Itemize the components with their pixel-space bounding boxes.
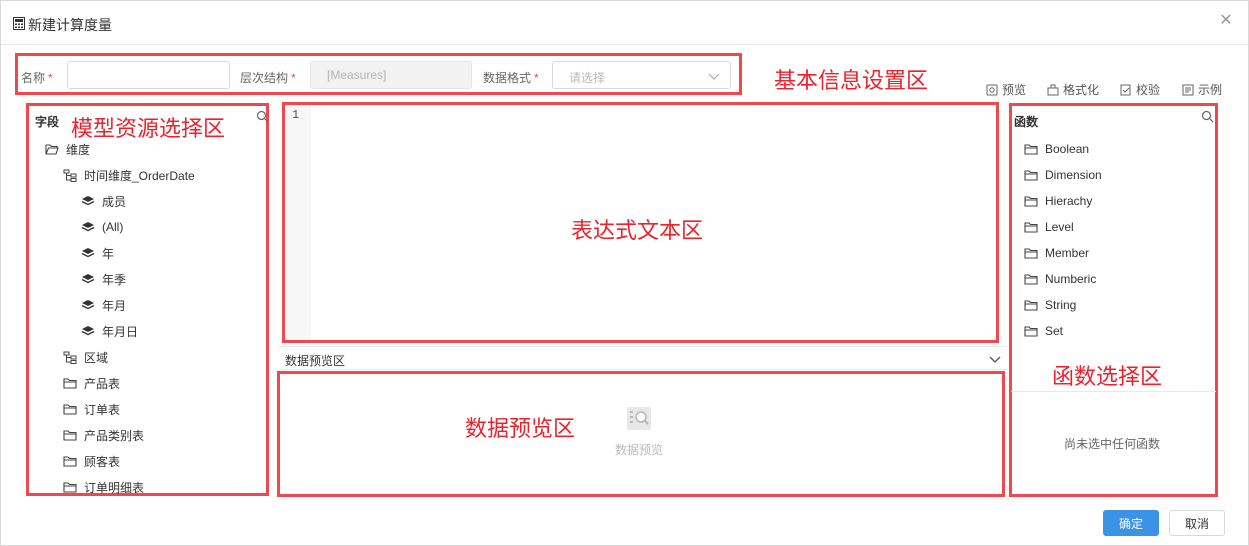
folder-icon (1024, 169, 1038, 181)
function-folder-item[interactable]: Level (1024, 218, 1074, 236)
function-folder-item[interactable]: Numberic (1024, 270, 1096, 288)
calculated-measure-dialog: 新建计算度量 ✕ 基本信息设置区 名称 * 层次结构 * [Measures] 数据… (0, 0, 1249, 546)
function-folder-item[interactable]: Hierachy (1024, 192, 1092, 210)
chevron-down-icon (708, 73, 720, 80)
folder-icon (63, 455, 77, 467)
layers-icon (81, 247, 95, 257)
layers-icon (81, 325, 95, 335)
preview-icon (986, 84, 998, 95)
format-label: 数据格式 * (483, 71, 539, 85)
chevron-down-icon[interactable] (988, 352, 1002, 366)
empty-preview-text: 数据预览 (615, 443, 664, 457)
tree-table-item[interactable]: 产品表 (63, 374, 120, 392)
fields-panel-title: 字段 (35, 115, 60, 129)
folder-icon (63, 403, 77, 415)
tree-table-item[interactable]: 产品类别表 (63, 426, 144, 444)
expression-annotation-label: 表达式文本区 (571, 218, 704, 243)
ok-button[interactable]: 确定 (1103, 510, 1159, 536)
function-annotation-label: 函数选择区 (1052, 364, 1163, 389)
data-preview-title: 数据预览区 (285, 354, 346, 368)
dialog-title: 新建计算度量 (28, 17, 112, 33)
validate-button[interactable]: 校验 (1120, 81, 1160, 98)
folder-icon (63, 429, 77, 441)
tree-level-item[interactable]: 年 (81, 244, 114, 262)
data-preview-header: 数据预览区 (279, 346, 1006, 370)
folder-icon (1024, 143, 1038, 155)
dialog-title-bar: 新建计算度量 ✕ (1, 1, 1248, 45)
hierarchy-icon (63, 169, 77, 182)
folder-icon (1024, 325, 1038, 337)
basic-info-annotation-label: 基本信息设置区 (774, 68, 929, 93)
tree-level-item[interactable]: 成员 (81, 192, 126, 210)
layers-icon (81, 273, 95, 283)
calculator-icon (13, 17, 25, 30)
format-icon (1047, 84, 1059, 95)
hierarchy-icon (63, 351, 77, 364)
folder-icon (63, 481, 77, 493)
folder-icon (1024, 299, 1038, 311)
tree-table-item[interactable]: 顾客表 (63, 452, 120, 470)
tree-hierarchy-region[interactable]: 区域 (63, 348, 108, 366)
preview-button[interactable]: 预览 (986, 81, 1026, 98)
function-folder-item[interactable]: Member (1024, 244, 1089, 262)
function-folder-item[interactable]: Set (1024, 322, 1063, 340)
example-icon (1182, 84, 1194, 95)
tree-level-item[interactable]: (All) (81, 218, 123, 236)
close-icon[interactable]: ✕ (1218, 13, 1234, 29)
folder-icon (1024, 247, 1038, 259)
folder-icon (63, 377, 77, 389)
tree-folder-dimension[interactable]: 维度 (45, 140, 90, 158)
folder-icon (1024, 221, 1038, 233)
format-button[interactable]: 格式化 (1047, 81, 1099, 98)
layers-icon (81, 195, 95, 205)
function-panel-divider (1011, 391, 1216, 392)
folder-icon (1024, 273, 1038, 285)
functions-panel-title: 函数 (1014, 115, 1039, 129)
tree-level-item[interactable]: 年季 (81, 270, 126, 288)
preview-search-icon (627, 407, 651, 430)
name-input[interactable] (67, 61, 230, 89)
hierarchy-label: 层次结构 * (240, 71, 296, 85)
tree-table-item[interactable]: 订单表 (63, 400, 120, 418)
search-icon[interactable] (256, 110, 269, 123)
function-folder-item[interactable]: Boolean (1024, 140, 1089, 158)
model-resources-annotation-label: 模型资源选择区 (71, 116, 226, 141)
example-button[interactable]: 示例 (1182, 81, 1222, 98)
tree-level-item[interactable]: 年月 (81, 296, 126, 314)
tree-level-item[interactable]: 年月日 (81, 322, 138, 340)
format-placeholder: 请选择 (569, 71, 606, 85)
layers-icon (81, 299, 95, 309)
data-preview-annotation-label: 数据预览区 (465, 416, 576, 441)
data-preview-annotation-box (277, 371, 1005, 497)
folder-icon (1024, 195, 1038, 207)
hierarchy-field: [Measures] (310, 61, 472, 89)
function-folder-item[interactable]: Dimension (1024, 166, 1102, 184)
validate-icon (1120, 84, 1131, 95)
tree-table-item[interactable]: 订单明细表 (63, 478, 144, 496)
tree-hierarchy-time[interactable]: 时间维度_OrderDate (63, 166, 195, 184)
search-icon[interactable] (1201, 110, 1214, 123)
folder-open-icon (45, 143, 59, 155)
format-select[interactable]: 请选择 (552, 61, 731, 89)
function-folder-item[interactable]: String (1024, 296, 1076, 314)
cancel-button[interactable]: 取消 (1169, 510, 1225, 536)
no-function-selected-text: 尚未选中任何函数 (1064, 437, 1161, 451)
layers-icon (81, 221, 95, 231)
name-label: 名称 * (21, 71, 53, 85)
